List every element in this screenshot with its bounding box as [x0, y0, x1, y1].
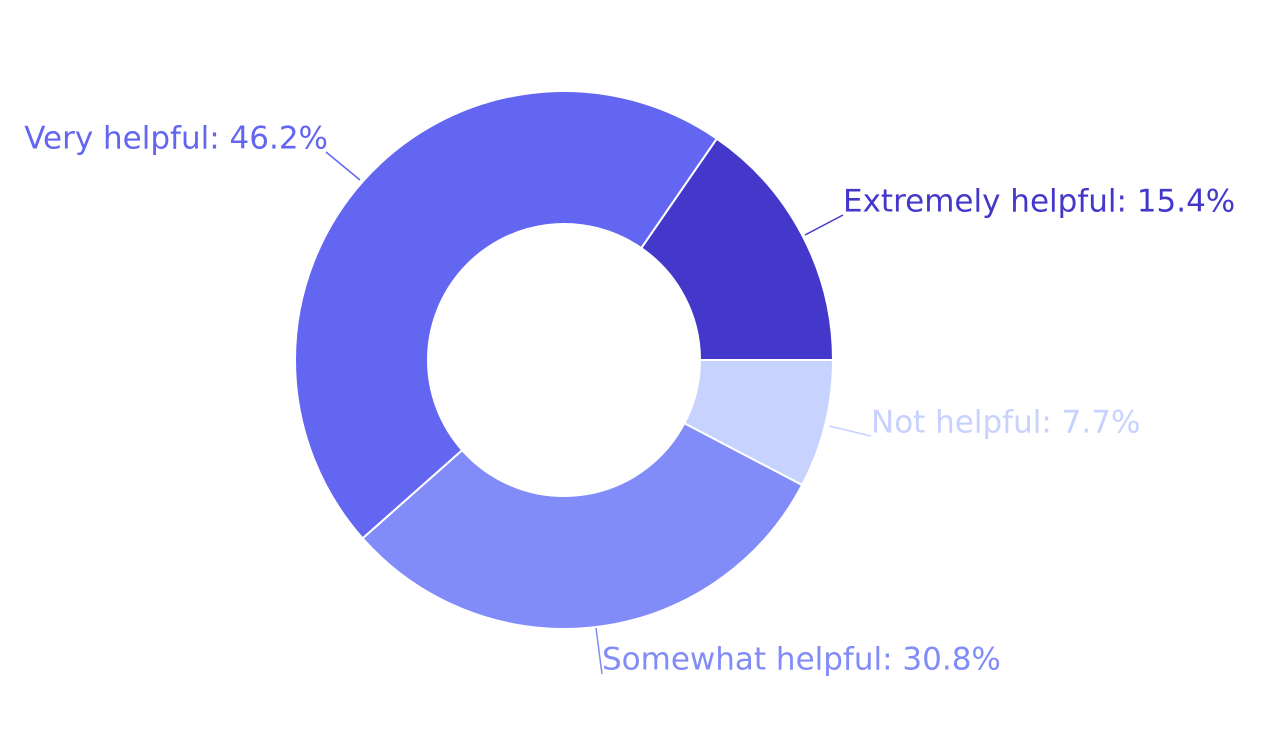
slice-label-extremely-helpful: Extremely helpful: 15.4% — [843, 184, 1235, 220]
leader-line-not-helpful — [828, 425, 872, 437]
leader-line-very-helpful — [325, 151, 361, 181]
slice-label-somewhat-helpful: Somewhat helpful: 30.8% — [602, 642, 1001, 678]
leader-line-extremely-helpful — [804, 214, 844, 236]
donut-chart: Extremely helpful: 15.4% Very helpful: 46… — [24, 90, 1235, 678]
slice-label-not-helpful: Not helpful: 7.7% — [871, 405, 1140, 441]
slices-layer — [294, 90, 835, 630]
slice-label-very-helpful: Very helpful: 46.2% — [24, 121, 328, 157]
donut-chart-container: Extremely helpful: 15.4% Very helpful: 46… — [0, 0, 1269, 733]
